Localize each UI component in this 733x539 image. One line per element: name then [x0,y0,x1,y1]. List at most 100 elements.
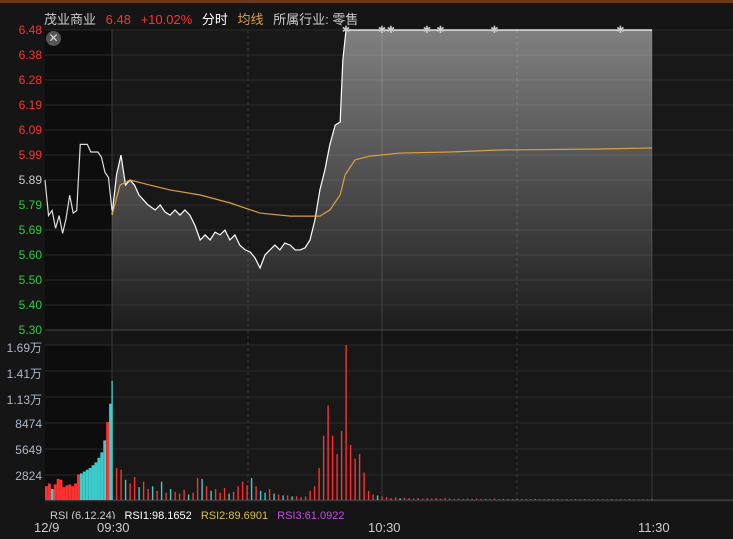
volume-bar [300,497,302,500]
volume-bar [273,493,275,500]
volume-bar [156,490,158,500]
volume-tick: 5649 [15,443,42,457]
volume-bar [561,499,563,500]
volume-bar [516,498,518,500]
volume-bar [646,499,649,500]
premarket-volume-bar [74,483,78,500]
volume-bar [529,499,532,500]
volume-bar [327,405,329,500]
volume-bar [223,488,226,500]
volume-bar [115,467,118,500]
stock-price: 6.48 [105,12,131,27]
volume-bar [246,485,248,500]
volume-bar [493,498,496,500]
time-label-1030: 10:30 [368,520,401,535]
volume-bar [214,488,217,500]
volume-bar [381,496,383,500]
rsi3-value: RSI3:61.0922 [277,510,345,519]
premarket-volume-bar [56,478,60,500]
volume-bar [124,479,127,500]
volume-bar [403,497,406,500]
volume-bar [277,494,280,500]
volume-bar [160,481,163,500]
volume-bar [142,481,145,500]
premarket-volume-bar [85,469,89,500]
volume-bar [120,469,122,500]
premarket-volume-bar [71,486,75,500]
price-tick: 5.60 [18,248,42,262]
volume-bar [430,498,433,500]
volume-bar [385,497,388,500]
volume-tick: 1.13万 [6,393,42,407]
rsi2-value: RSI2:89.6901 [200,510,269,519]
volume-bar [201,478,203,500]
close-icon[interactable]: ✕ [46,31,61,46]
volume-bar [313,486,316,500]
volume-bar [601,499,604,500]
time-label-1130: 11:30 [638,520,670,535]
stock-name: 茂业商业 [44,12,97,27]
premarket-volume-bar [45,486,48,500]
premarket-volume-bar [91,465,95,500]
volume-bar [453,498,455,500]
volume-bar [592,499,595,500]
volume-bar [628,499,631,500]
volume-bar [372,494,374,500]
limit-up-marker-icon: ✱ [378,25,386,36]
premarket-volume-bar [59,479,63,500]
volume-bar [583,499,586,500]
premarket-volume-bar [53,484,57,500]
volume-tick: 1.69万 [6,341,42,355]
volume-bar [390,498,392,500]
volume-bar [133,477,136,500]
volume-bar [439,498,442,500]
volume-bar [345,345,347,500]
volume-bar [615,499,617,500]
chart-header: 茂业商业 6.48 +10.02% 分时 均线 所属行业: 零售 [44,9,364,28]
limit-up-marker-icon: ✱ [423,25,431,36]
premarket-volume-bar [68,484,72,500]
volume-bar [219,492,221,500]
volume-bar [282,495,284,500]
volume-bar [448,498,451,500]
volume-bar [642,499,644,500]
premarket-volume-bar [88,467,92,500]
volume-bar [367,490,370,500]
volume-bar [556,499,559,500]
volume-bar [480,499,482,500]
industry-label[interactable]: 所属行业: 零售 [273,12,358,27]
volume-bar [462,498,464,500]
price-tick: 5.50 [18,273,42,287]
volume-bar [336,454,338,500]
stock-change: +10.02% [140,12,193,27]
price-tick: 6.19 [18,98,42,112]
premarket-volume-bar [50,488,54,500]
premarket-volume-bar [79,473,83,500]
mode-label[interactable]: 分时 [202,12,228,27]
date-label: 12/9 [34,520,60,535]
volume-bar [534,498,536,500]
volume-bar [579,499,581,500]
rsi-legend: RSI (6,12,24) RSI1:98.1652 RSI2:89.6901 … [50,510,350,519]
volume-bar [651,499,653,500]
volume-bar [552,499,554,500]
volume-bar [349,444,352,500]
avg-line-label[interactable]: 均线 [238,12,264,27]
price-tick: 6.48 [18,23,42,37]
intraday-chart[interactable]: ✱ ✱ ✱ ✱ ✱ ✱ ✱ [0,0,733,539]
volume-bar [264,492,266,500]
volume-bar [498,499,500,500]
premarket-volume-bar [100,452,104,500]
volume-bar [183,489,185,500]
premarket-volume-bar [82,471,86,500]
volume-bar [286,495,289,500]
premarket-volume-bar [65,485,69,500]
volume-bar [259,490,262,500]
volume-bar [241,481,244,500]
volume-bar [399,498,401,500]
volume-bar [547,499,550,500]
premarket-volume-bar [94,462,98,500]
volume-bar [520,499,523,500]
volume-bar [597,499,599,500]
volume-bar [129,483,131,500]
